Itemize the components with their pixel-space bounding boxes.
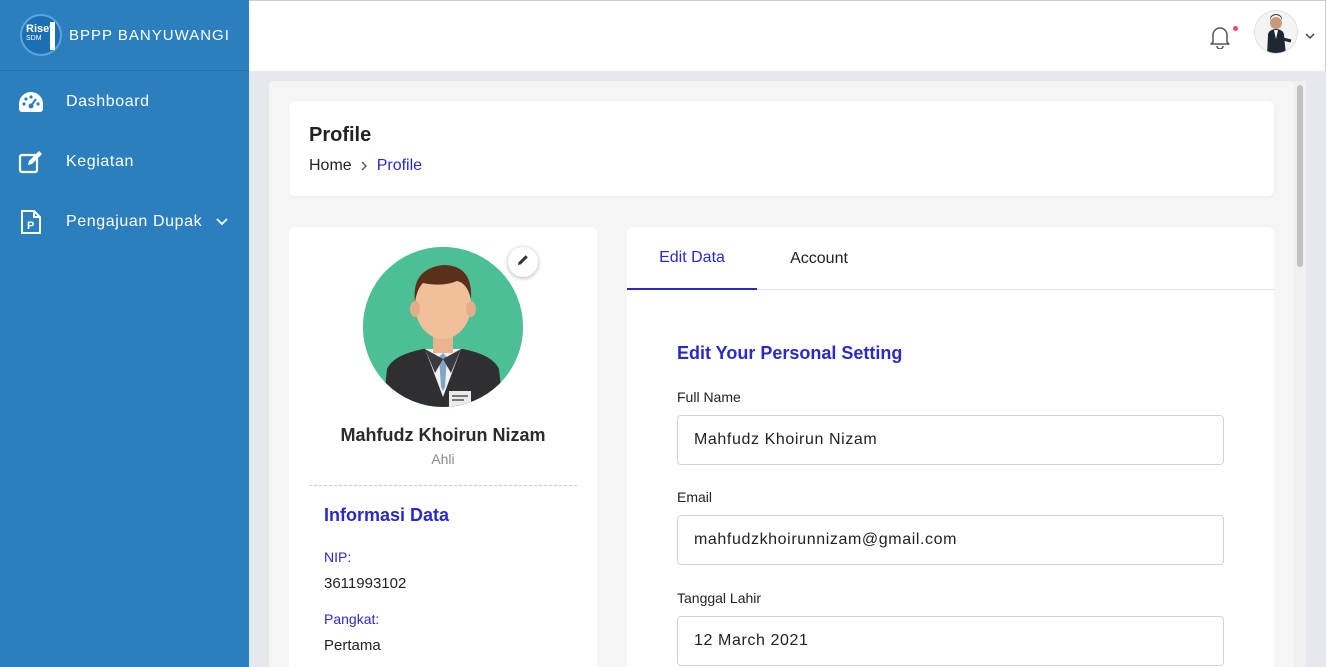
bell-icon[interactable] [1209, 25, 1231, 50]
topbar [249, 0, 1326, 71]
avatar[interactable] [1254, 10, 1298, 54]
tab-bar: Edit Data Account [627, 227, 1274, 290]
dob-label: Tanggal Lahir [677, 590, 762, 606]
breadcrumb-current: Profile [376, 157, 423, 174]
edit-photo-button[interactable] [508, 247, 538, 277]
svg-text:P: P [27, 220, 35, 232]
pencil-icon [517, 253, 529, 271]
user-name: Mahfudz Khoirun Nizam [340, 425, 546, 445]
sidebar-item-label: Dashboard [66, 93, 150, 110]
nip-label: NIP: [324, 549, 352, 565]
dob-field[interactable] [677, 616, 1224, 666]
notification-badge [1233, 26, 1238, 31]
sidebar-item-label: Kegiatan [66, 153, 134, 170]
sidebar: Riset SDM BPPP BANYUWANGI Dashboard Kegia… [0, 0, 249, 667]
info-section-title: Informasi Data [324, 505, 450, 525]
brand-name: BPPP BANYUWANGI [69, 26, 230, 44]
breadcrumb: Home Profile [309, 157, 422, 175]
email-field[interactable] [677, 515, 1224, 565]
brand-logo: Riset SDM [20, 14, 62, 56]
dashboard-gauge-icon [18, 89, 44, 115]
breadcrumb-home[interactable]: Home [309, 157, 352, 175]
sidebar-item-pengajuan-dupak[interactable]: P Pengajuan Dupak [0, 192, 249, 252]
pangkat-label: Pangkat: [324, 611, 380, 627]
full-name-label: Full Name [677, 389, 741, 405]
document-p-icon: P [18, 209, 44, 235]
full-name-field[interactable] [677, 415, 1224, 465]
chevron-right-icon [361, 159, 368, 174]
sidebar-item-label: Pengajuan Dupak [66, 213, 203, 230]
user-role: Ahli [431, 451, 455, 467]
sidebar-item-dashboard[interactable]: Dashboard [0, 72, 249, 132]
form-title: Edit Your Personal Setting [677, 343, 903, 363]
profile-card: Mahfudz Khoirun Nizam Ahli Informasi Dat… [289, 227, 597, 667]
profile-avatar [363, 247, 523, 407]
scrollbar[interactable] [1294, 81, 1306, 667]
email-label: Email [677, 489, 713, 505]
scrollbar-thumb[interactable] [1297, 85, 1303, 267]
edit-card: Edit Data Account Edit Your Personal Set… [627, 227, 1274, 667]
page-title: Profile [309, 124, 372, 146]
page-header: Profile Home Profile [289, 101, 1274, 196]
divider [309, 485, 577, 486]
chevron-down-icon[interactable] [1305, 27, 1315, 45]
nip-value: 3611993102 [324, 575, 407, 592]
logo-text-bottom: SDM [26, 35, 42, 42]
pangkat-value: Pertama [324, 637, 381, 654]
edit-square-icon [18, 149, 44, 175]
sidebar-item-kegiatan[interactable]: Kegiatan [0, 132, 249, 192]
tab-account[interactable]: Account [757, 227, 881, 290]
chevron-down-icon [216, 218, 228, 226]
brand[interactable]: Riset SDM BPPP BANYUWANGI [0, 0, 249, 71]
tab-edit-data[interactable]: Edit Data [627, 227, 757, 290]
